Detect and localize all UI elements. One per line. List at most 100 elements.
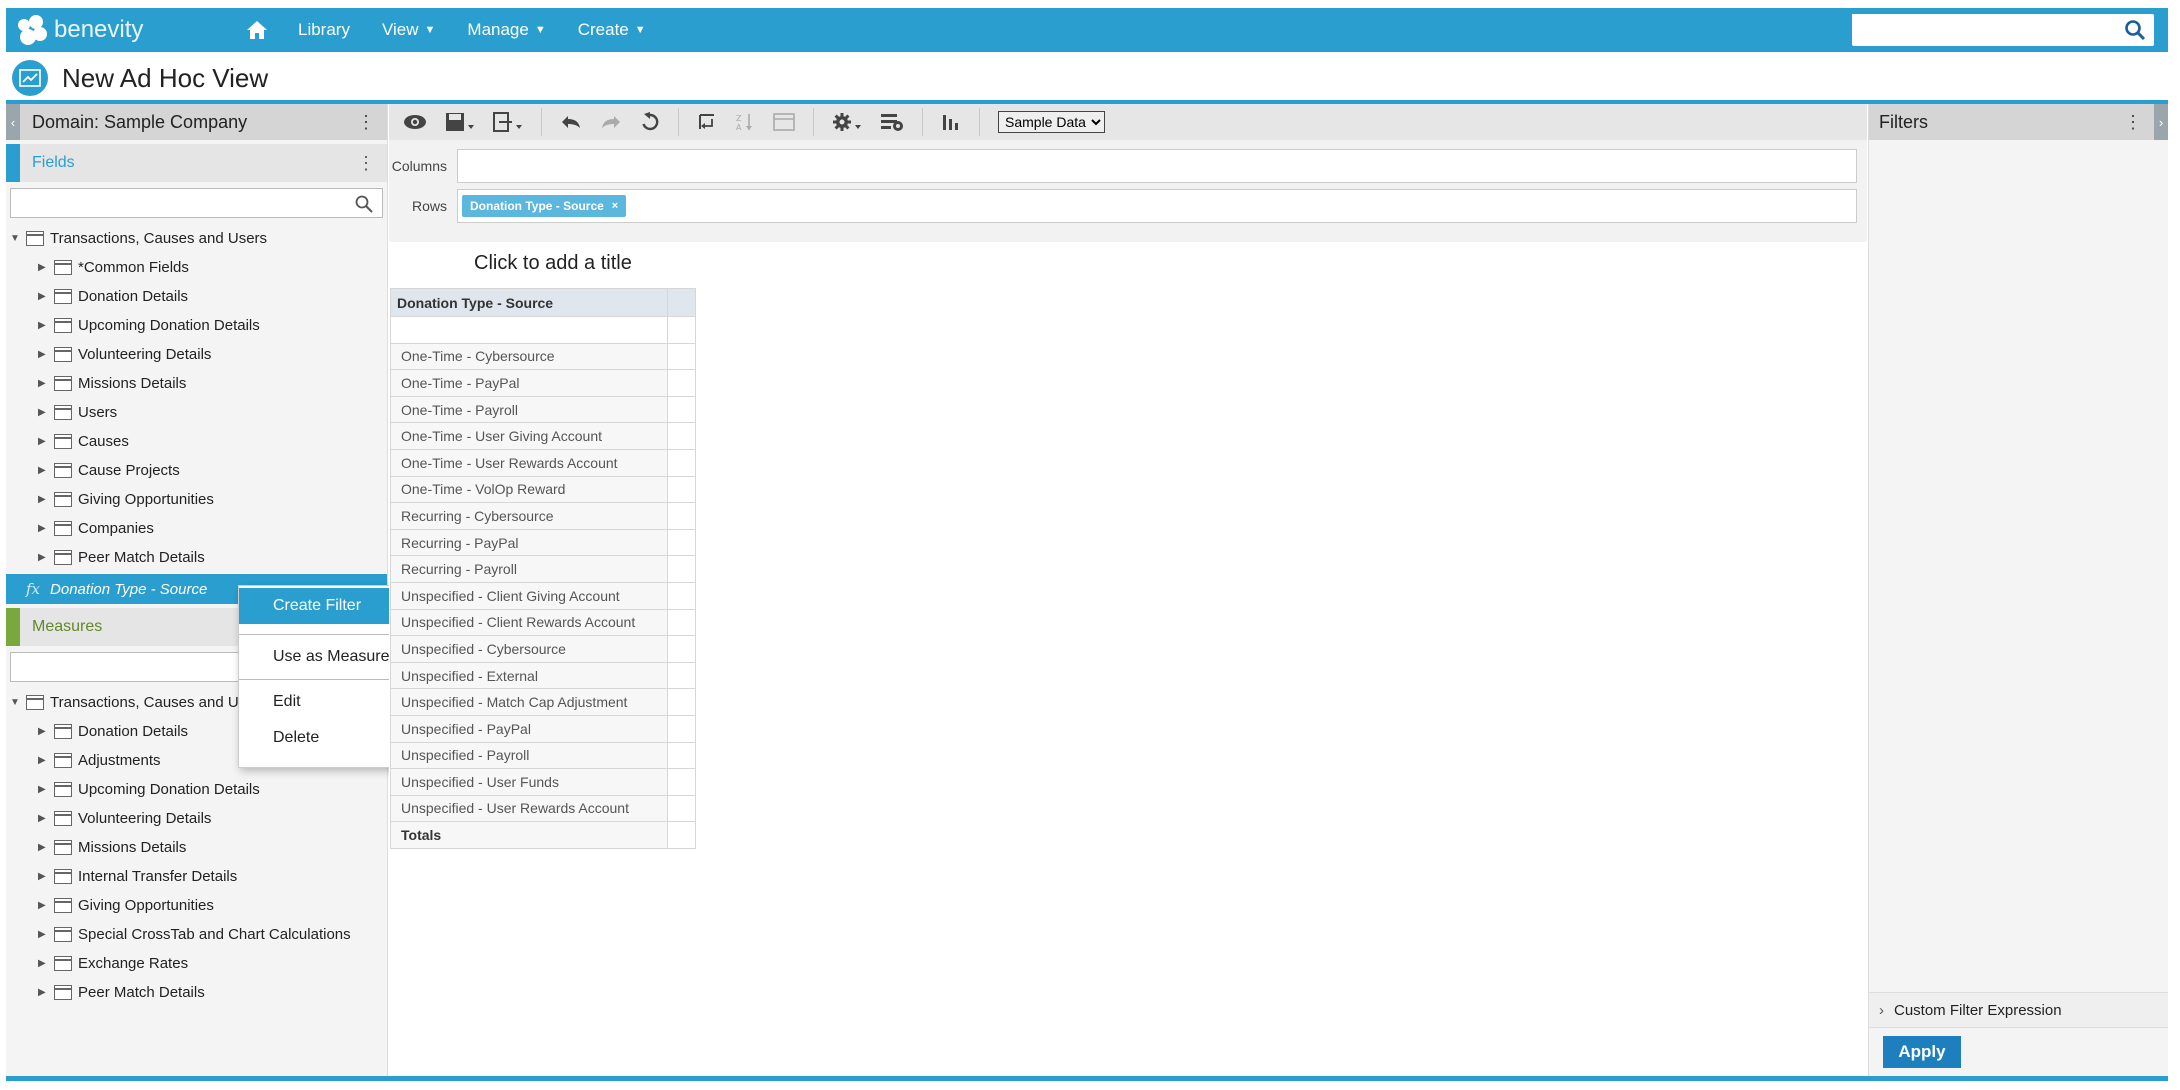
collapse-right-icon[interactable]: › — [2154, 104, 2168, 140]
expand-right-icon[interactable]: ▶ — [38, 291, 50, 302]
row-group-cell[interactable]: Unspecified - Client Rewards Account — [390, 608, 668, 637]
row-group-cell[interactable]: One-Time - PayPal — [390, 369, 668, 397]
nav-create-menu[interactable]: Create ▼ — [578, 20, 646, 40]
tree-node[interactable]: ▼ Transactions, Causes and Users — [6, 224, 387, 253]
tree-node[interactable]: ▶ Giving Opportunities — [6, 891, 387, 920]
tree-node[interactable]: ▶ Internal Transfer Details — [6, 862, 387, 891]
undo-all-icon[interactable] — [640, 104, 660, 140]
fields-search[interactable] — [10, 188, 383, 218]
crosstab-blank-row — [390, 316, 696, 344]
row-group-cell[interactable]: Recurring - Payroll — [390, 555, 668, 583]
row-group-cell[interactable]: Unspecified - Cybersource — [390, 635, 668, 663]
expand-right-icon[interactable]: ▶ — [38, 349, 50, 360]
benevity-logo[interactable]: benevity — [16, 14, 143, 46]
row-group-cell[interactable]: Unspecified - User Rewards Account — [390, 794, 668, 823]
tree-node[interactable]: ▶ Peer Match Details — [6, 978, 387, 1007]
row-group-cell[interactable]: One-Time - User Giving Account — [390, 422, 668, 450]
tree-node[interactable]: ▶ Missions Details — [6, 833, 387, 862]
layout-icon[interactable] — [773, 104, 795, 140]
expand-right-icon[interactable]: ▶ — [38, 900, 50, 911]
row-group-cell[interactable]: Unspecified - Match Cap Adjustment — [390, 688, 668, 716]
row-group-cell[interactable]: Unspecified - External — [390, 661, 668, 690]
nav-library[interactable]: Library — [298, 20, 350, 40]
expand-right-icon[interactable]: ▶ — [38, 784, 50, 795]
chart-type-icon[interactable] — [941, 104, 961, 140]
row-group-cell[interactable]: Recurring - PayPal — [390, 528, 668, 557]
tree-node[interactable]: ▶ Peer Match Details — [6, 543, 387, 572]
rows-drop-zone[interactable]: Donation Type - Source × — [457, 189, 1857, 223]
add-title-placeholder[interactable]: Click to add a title — [474, 252, 632, 275]
expand-right-icon[interactable]: ▶ — [38, 929, 50, 940]
search-icon[interactable] — [2124, 19, 2146, 41]
expand-right-icon[interactable]: ▶ — [38, 958, 50, 969]
fields-menu-icon[interactable]: ⋮ — [357, 153, 375, 174]
tree-node[interactable]: ▶ Volunteering Details — [6, 340, 387, 369]
tree-node[interactable]: ▶ Missions Details — [6, 369, 387, 398]
tree-node[interactable]: ▶ Cause Projects — [6, 456, 387, 485]
expand-right-icon[interactable]: ▶ — [38, 494, 50, 505]
undo-icon[interactable] — [560, 104, 582, 140]
query-settings-icon[interactable] — [880, 104, 904, 140]
global-search-input[interactable] — [1852, 14, 2112, 44]
tree-node[interactable]: ▶ Upcoming Donation Details — [6, 775, 387, 804]
preview-eye-icon[interactable] — [403, 104, 427, 140]
expand-right-icon[interactable]: ▶ — [38, 378, 50, 389]
tree-node[interactable]: ▶ Donation Details — [6, 282, 387, 311]
expand-right-icon[interactable]: ▶ — [38, 262, 50, 273]
expand-right-icon[interactable]: ▶ — [38, 523, 50, 534]
redo-icon[interactable] — [600, 104, 622, 140]
rows-pill-donation-type-source[interactable]: Donation Type - Source × — [462, 195, 627, 217]
data-size-select[interactable]: Sample Data — [998, 111, 1105, 133]
expand-right-icon[interactable]: ▶ — [38, 320, 50, 331]
export-icon[interactable] — [493, 104, 523, 140]
row-group-cell[interactable]: Recurring - Cybersource — [390, 502, 668, 530]
tree-node-label: Companies — [78, 520, 154, 537]
domain-menu-icon[interactable]: ⋮ — [357, 112, 375, 133]
row-group-cell[interactable]: Unspecified - Client Giving Account — [390, 581, 668, 610]
expand-right-icon[interactable]: ▶ — [38, 987, 50, 998]
save-icon[interactable] — [445, 104, 475, 140]
settings-gear-icon[interactable] — [832, 104, 862, 140]
row-group-cell[interactable]: Unspecified - Payroll — [390, 741, 668, 770]
row-group-cell[interactable]: One-Time - Payroll — [390, 395, 668, 424]
row-group-cell[interactable]: One-Time - VolOp Reward — [390, 475, 668, 504]
sort-icon[interactable]: ZA — [735, 104, 755, 140]
row-group-cell[interactable]: One-Time - Cybersource — [390, 342, 668, 371]
home-icon[interactable] — [246, 20, 268, 40]
columns-drop-zone[interactable] — [457, 149, 1857, 183]
nav-manage-menu[interactable]: Manage ▼ — [467, 20, 545, 40]
expand-right-icon[interactable]: ▶ — [38, 755, 50, 766]
tree-node[interactable]: ▶ Upcoming Donation Details — [6, 311, 387, 340]
fields-accent — [6, 144, 20, 182]
tree-node[interactable]: ▶ Exchange Rates — [6, 949, 387, 978]
search-icon[interactable] — [354, 194, 374, 214]
remove-pill-icon[interactable]: × — [612, 200, 618, 212]
expand-right-icon[interactable]: ▶ — [38, 436, 50, 447]
expand-right-icon[interactable]: ▶ — [38, 552, 50, 563]
tree-node[interactable]: ▶ Companies — [6, 514, 387, 543]
apply-button[interactable]: Apply — [1883, 1036, 1961, 1068]
tree-node[interactable]: ▶ Users — [6, 398, 387, 427]
pivot-icon[interactable] — [697, 104, 717, 140]
expand-right-icon[interactable]: ▶ — [38, 407, 50, 418]
expand-right-icon[interactable]: ▶ — [38, 842, 50, 853]
nav-view-menu[interactable]: View ▼ — [382, 20, 435, 40]
row-group-cell[interactable]: One-Time - User Rewards Account — [390, 448, 668, 477]
expand-right-icon[interactable]: ▶ — [38, 813, 50, 824]
expand-right-icon[interactable]: ▶ — [38, 465, 50, 476]
tree-node[interactable]: ▶ *Common Fields — [6, 253, 387, 282]
custom-filter-expression-toggle[interactable]: › Custom Filter Expression — [1869, 992, 2168, 1028]
expand-right-icon[interactable]: ▶ — [38, 726, 50, 737]
row-group-header[interactable]: Donation Type - Source — [390, 288, 668, 317]
expand-down-icon[interactable]: ▼ — [10, 233, 22, 244]
tree-node[interactable]: ▶ Giving Opportunities — [6, 485, 387, 514]
expand-right-icon[interactable]: ▶ — [38, 871, 50, 882]
row-group-cell[interactable]: Unspecified - User Funds — [390, 768, 668, 796]
tree-node[interactable]: ▶ Special CrossTab and Chart Calculations — [6, 920, 387, 949]
row-group-cell[interactable]: Unspecified - PayPal — [390, 714, 668, 743]
filters-menu-icon[interactable]: ⋮ — [2124, 112, 2142, 133]
tree-node[interactable]: ▶ Causes — [6, 427, 387, 456]
tree-node[interactable]: ▶ Volunteering Details — [6, 804, 387, 833]
collapse-left-icon[interactable]: ‹ — [6, 104, 20, 140]
expand-down-icon[interactable]: ▼ — [10, 697, 22, 708]
